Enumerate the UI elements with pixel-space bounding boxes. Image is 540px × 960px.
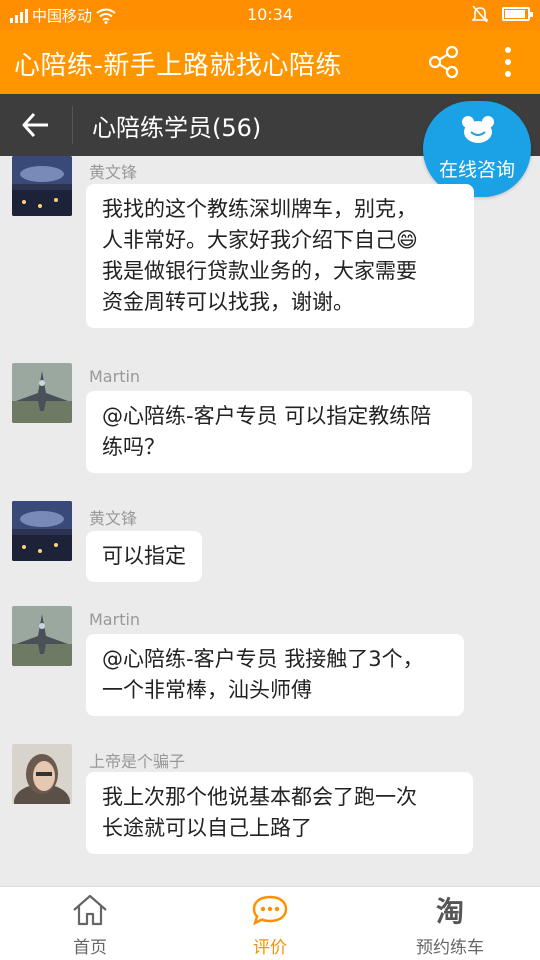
message-line: 我找的这个教练深圳牌车，别克， — [102, 197, 417, 221]
message-line: 人非常好。大家好我介绍下自己😄 — [102, 228, 418, 252]
chat-bubble-icon — [252, 895, 288, 926]
message-bubble[interactable]: @心陪练-客户专员 我接触了3个， 一个非常棒，汕头师傅 — [86, 634, 464, 716]
battery-level-fill — [505, 10, 525, 18]
taobao-icon: 淘 — [436, 895, 464, 927]
message-bubble[interactable]: @心陪练-客户专员 可以指定教练陪 练吗？ — [86, 391, 472, 473]
message-line: 一个非常棒，汕头师傅 — [102, 678, 312, 702]
app-title-bar: 心陪练-新手上路就找心陪练 — [0, 30, 540, 94]
woman-portrait-avatar[interactable] — [12, 744, 72, 804]
back-arrow-icon[interactable] — [18, 108, 54, 142]
bell-off-icon — [472, 5, 488, 23]
message-line: 长途就可以自己上路了 — [102, 816, 312, 840]
chat-message-list[interactable]: 黄文锋 我找的这个教练深圳牌车，别克， 人非常好。大家好我介绍下自己😄 我是做银… — [0, 156, 540, 886]
fighter-jet-avatar[interactable] — [12, 606, 72, 666]
more-vertical-icon[interactable] — [492, 42, 524, 82]
nav-review[interactable]: 评价 — [180, 887, 360, 960]
group-title: 心陪练学员(56) — [92, 114, 262, 142]
nav-home[interactable]: 首页 — [0, 887, 180, 960]
battery-icon — [502, 7, 533, 21]
svg-text:淘: 淘 — [436, 895, 464, 927]
nav-home-label: 首页 — [73, 938, 107, 958]
status-right — [472, 5, 533, 23]
message-line: @心陪练-客户专员 可以指定教练陪 — [102, 404, 432, 428]
nav-book-practice-label: 预约练车 — [416, 938, 484, 958]
bottom-navigation: 首页 评价 淘 预约练车 — [0, 886, 540, 960]
nav-book-practice[interactable]: 淘 预约练车 — [360, 887, 540, 960]
nav-review-label: 评价 — [253, 938, 287, 958]
share-icon[interactable] — [424, 42, 464, 82]
message-line: 练吗？ — [102, 435, 165, 459]
message-line: 我是做银行贷款业务的，大家需要 — [102, 259, 417, 283]
home-icon — [73, 894, 107, 926]
night-lake-avatar[interactable] — [12, 501, 72, 561]
header-divider — [72, 106, 73, 144]
message-bubble[interactable]: 我上次那个他说基本都会了跑一次 长途就可以自己上路了 — [86, 772, 473, 854]
app-title: 心陪练-新手上路就找心陪练 — [14, 51, 342, 81]
sender-name: 上帝是个骗子 — [89, 752, 186, 771]
message-line: 可以指定 — [102, 544, 186, 568]
status-bar: 中国移动 10:34 — [0, 0, 540, 30]
fighter-jet-avatar[interactable] — [12, 363, 72, 423]
status-time: 10:34 — [246, 5, 294, 24]
sender-name: 黄文锋 — [89, 163, 138, 182]
sender-name: 黄文锋 — [89, 509, 138, 528]
bear-chat-icon — [462, 116, 494, 143]
message-line: @心陪练-客户专员 我接触了3个， — [102, 647, 424, 671]
sender-name: Martin — [89, 610, 141, 629]
message-bubble[interactable]: 可以指定 — [86, 531, 202, 582]
message-line: 资金周转可以找我，谢谢。 — [102, 290, 354, 314]
night-lake-avatar[interactable] — [12, 156, 72, 216]
sender-name: Martin — [89, 367, 141, 386]
message-line: 我上次那个他说基本都会了跑一次 — [102, 785, 417, 809]
message-bubble[interactable]: 我找的这个教练深圳牌车，别克， 人非常好。大家好我介绍下自己😄 我是做银行贷款业… — [86, 184, 474, 328]
